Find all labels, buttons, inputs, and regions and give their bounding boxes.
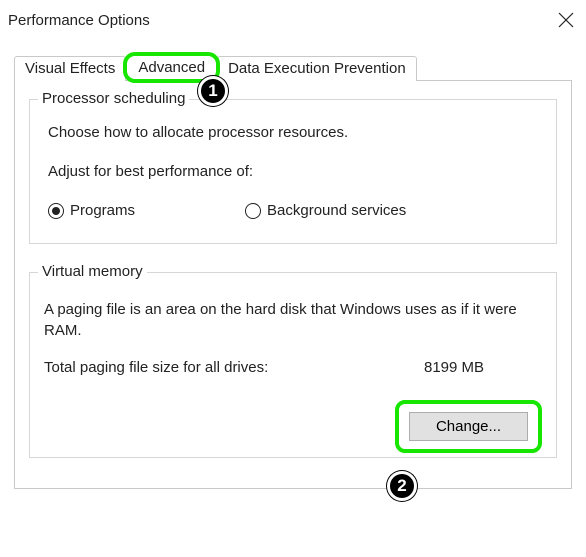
vm-total-label: Total paging file size for all drives: (44, 359, 424, 376)
tab-dep[interactable]: Data Execution Prevention (217, 56, 417, 81)
vm-desc: A paging file is an area on the hard dis… (44, 299, 542, 341)
radio-icon (245, 203, 261, 219)
radio-group: Programs Background services (48, 202, 542, 219)
radio-programs-label: Programs (70, 202, 135, 219)
change-highlight: Change... (395, 400, 542, 453)
change-button[interactable]: Change... (409, 412, 528, 441)
window-title: Performance Options (6, 12, 150, 29)
tab-strip: Visual Effects Advanced Data Execution P… (14, 54, 572, 81)
change-row: Change... (44, 400, 542, 453)
radio-icon (48, 203, 64, 219)
titlebar: Performance Options (0, 0, 586, 40)
annotation-badge-1: 1 (198, 76, 228, 106)
processor-desc: Choose how to allocate processor resourc… (48, 124, 542, 141)
tab-visual-effects[interactable]: Visual Effects (14, 56, 126, 81)
adjust-label: Adjust for best performance of: (48, 163, 542, 180)
radio-programs[interactable]: Programs (48, 202, 135, 219)
radio-background[interactable]: Background services (245, 202, 406, 219)
group-title-vm: Virtual memory (38, 263, 147, 280)
vm-total-row: Total paging file size for all drives: 8… (44, 359, 542, 376)
tab-advanced[interactable]: Advanced (125, 54, 218, 81)
annotation-badge-2: 2 (387, 471, 417, 501)
close-icon[interactable] (558, 12, 574, 28)
content-area: Visual Effects Advanced Data Execution P… (0, 54, 586, 489)
radio-background-label: Background services (267, 202, 406, 219)
vm-total-value: 8199 MB (424, 359, 484, 376)
group-processor-scheduling: Processor scheduling Choose how to alloc… (29, 99, 557, 244)
group-virtual-memory: Virtual memory A paging file is an area … (29, 272, 557, 458)
tab-panel-advanced: Processor scheduling Choose how to alloc… (14, 80, 572, 489)
group-title-processor: Processor scheduling (38, 90, 189, 107)
